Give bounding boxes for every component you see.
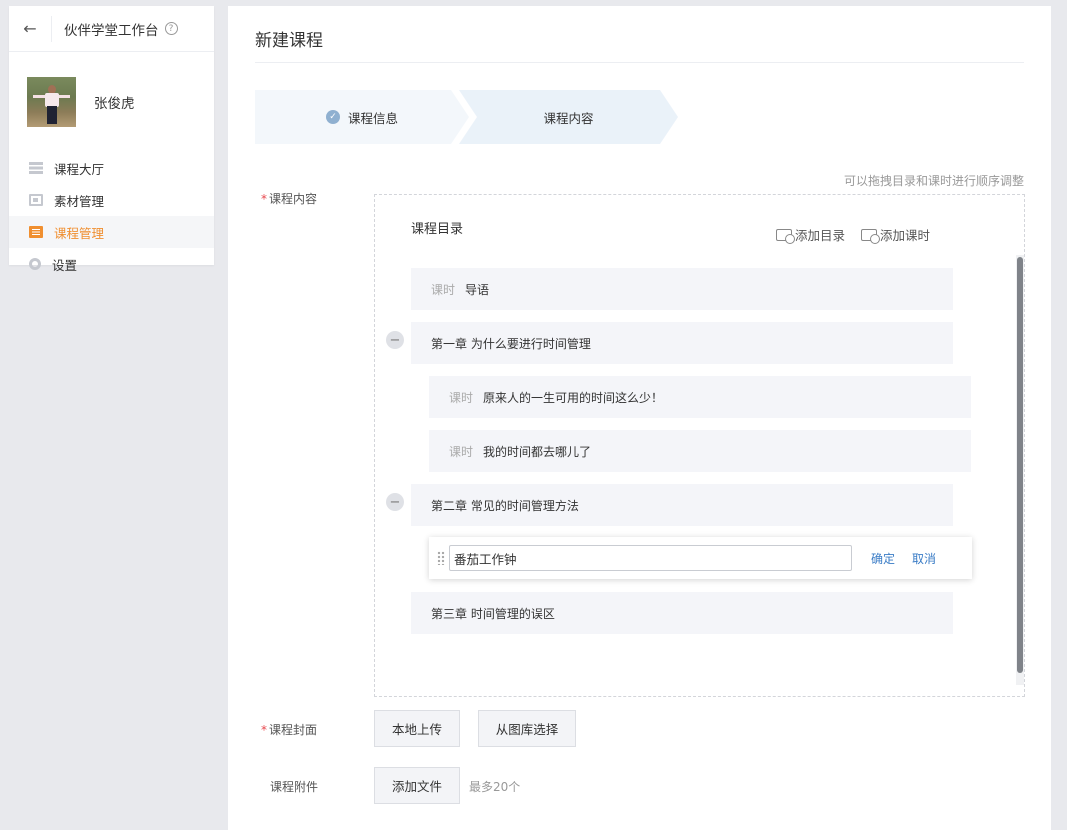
step-label: 课程内容 [543,110,594,126]
arrow-left-icon[interactable]: ← [9,15,52,42]
sidebar-item-materials[interactable]: 素材管理 [9,184,214,216]
sidebar-item-label: 素材管理 [54,193,105,209]
add-directory-icon [776,228,795,244]
lesson-edit-row: 确定 取消 [429,537,972,579]
user-profile: 张俊虎 [9,52,214,152]
add-lesson-icon [861,228,880,244]
sidebar-header: ← 伙伴学堂工作台 ? [9,6,214,52]
add-lesson-button[interactable]: 添加课时 [861,225,930,244]
chapter-row[interactable]: 第二章 常见的时间管理方法 [411,484,953,526]
step-course-info[interactable]: ✓ 课程信息 [255,90,469,144]
add-directory-button[interactable]: 添加目录 [776,225,845,244]
attachment-field-label: 课程附件 [270,780,319,794]
course-icon [29,226,43,238]
user-name: 张俊虎 [94,96,135,112]
lesson-title: 原来人的一生可用的时间这么少！ [483,390,664,405]
step-indicator: ✓ 课程信息 课程内容 [255,90,695,144]
lesson-title: 我的时间都去哪儿了 [483,444,592,459]
lesson-row[interactable]: 课时 原来人的一生可用的时间这么少！ [429,376,971,418]
chapter-row[interactable]: 第一章 为什么要进行时间管理 [411,322,953,364]
check-circle-icon: ✓ [325,110,340,124]
sidebar: ← 伙伴学堂工作台 ? 张俊虎 课程大厅 素材管理 课程管理 设置 [9,6,214,273]
scrollbar-thumb[interactable] [1017,257,1023,673]
lesson-tag: 课时 [449,390,474,405]
sidebar-item-label: 设置 [52,257,78,273]
sidebar-item-label: 课程大厅 [54,161,105,177]
sidebar-item-course-management[interactable]: 课程管理 [9,216,214,248]
sidebar-item-settings[interactable]: 设置 [9,248,214,280]
cover-field-label: * 课程封面 [261,723,318,737]
lesson-tag: 课时 [449,444,474,459]
main-panel: 新建课程 ✓ 课程信息 课程内容 可以拖拽目录和课时进行顺序调整 * 课程内容 课… [228,6,1051,830]
chapter-title: 第二章 常见的时间管理方法 [431,498,579,513]
catalog-box: 课程目录 添加目录 添加课时 课时 导语 − 第一章 为什么要进行时间管理 课时… [374,194,1025,697]
step-label: 课程信息 [347,110,398,126]
gear-icon [29,258,41,270]
confirm-button[interactable]: 确定 [871,550,895,567]
lesson-tag: 课时 [431,282,456,297]
step-course-content[interactable]: 课程内容 [459,90,678,144]
choose-from-library-button[interactable]: 从图库选择 [478,710,576,747]
chapter-title: 第一章 为什么要进行时间管理 [431,336,591,351]
question-circle-icon[interactable]: ? [164,22,178,35]
sidebar-item-label: 课程管理 [54,225,105,241]
local-upload-button[interactable]: 本地上传 [374,710,460,747]
drag-hint: 可以拖拽目录和课时进行顺序调整 [843,174,1024,188]
lesson-name-input[interactable] [449,545,852,571]
workspace-title: 伙伴学堂工作台 [64,22,159,39]
add-file-button[interactable]: 添加文件 [374,767,460,804]
sidebar-item-course-hall[interactable]: 课程大厅 [9,152,214,184]
drag-handle-icon[interactable] [437,551,445,565]
catalog-title: 课程目录 [411,222,464,237]
sidebar-nav: 课程大厅 素材管理 课程管理 设置 [9,152,214,280]
avatar [27,77,76,127]
cancel-button[interactable]: 取消 [912,550,936,567]
list-icon [29,162,43,174]
attachment-limit-note: 最多20个 [469,780,521,794]
lesson-row[interactable]: 课时 我的时间都去哪儿了 [429,430,971,472]
chapter-title: 第三章 时间管理的误区 [431,606,555,621]
collapse-icon[interactable]: − [386,493,404,511]
content-field-label: * 课程内容 [261,192,318,206]
chapter-row[interactable]: 第三章 时间管理的误区 [411,592,953,634]
lesson-title: 导语 [465,282,490,297]
page-title: 新建课程 [255,31,323,51]
media-icon [29,194,43,206]
divider [255,62,1024,63]
collapse-icon[interactable]: − [386,331,404,349]
lesson-row[interactable]: 课时 导语 [411,268,953,310]
